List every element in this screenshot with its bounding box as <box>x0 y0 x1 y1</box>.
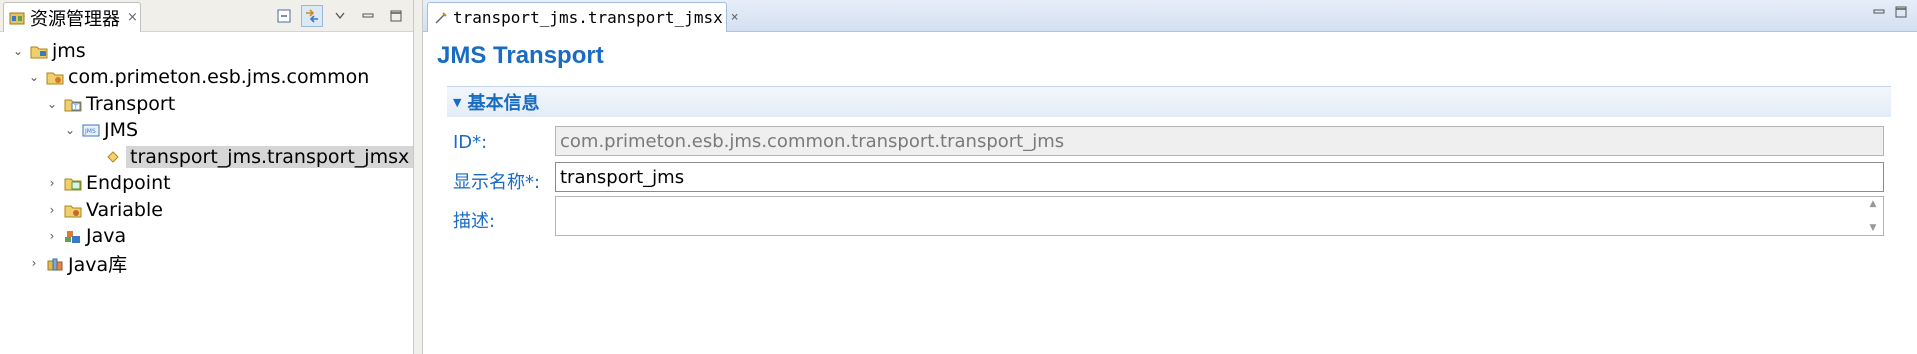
explorer-view-icon <box>8 10 26 26</box>
maximize-icon[interactable] <box>1895 6 1907 21</box>
jms-icon: JMS <box>82 122 100 138</box>
transport-file-icon <box>434 10 448 26</box>
id-field: com.primeton.esb.jms.common.transport.tr… <box>555 126 1884 156</box>
svg-text:JMS: JMS <box>84 128 96 135</box>
description-field[interactable]: ▲ ▼ <box>555 196 1884 236</box>
endpoint-folder-icon <box>64 175 82 191</box>
close-icon[interactable]: × <box>127 10 138 25</box>
minimize-icon[interactable] <box>1873 6 1885 21</box>
transport-folder-icon: T <box>64 96 82 112</box>
variable-folder-icon <box>64 202 82 218</box>
transport-file-icon <box>104 149 122 165</box>
tree-item-label: jms <box>52 40 86 62</box>
explorer-toolbar <box>273 5 407 27</box>
maximize-icon[interactable] <box>385 5 407 27</box>
tree-item-label: transport_jms.transport_jmsx <box>126 146 414 168</box>
minimize-icon[interactable] <box>357 5 379 27</box>
editor-tab-bar: transport_jms.transport_jmsx × <box>423 0 1917 32</box>
tree-item-transport-file[interactable]: transport_jms.transport_jmsx <box>104 144 414 170</box>
chevron-down-icon[interactable]: ⌄ <box>62 123 78 137</box>
section-basic-info[interactable]: ▼ 基本信息 <box>447 86 1891 117</box>
explorer-tab-label: 资源管理器 <box>30 8 120 30</box>
chevron-right-icon[interactable]: › <box>44 203 60 217</box>
tree-item-label: Variable <box>86 199 163 221</box>
tree-item-variable[interactable]: › Variable <box>44 197 163 223</box>
chevron-right-icon[interactable]: › <box>26 256 42 270</box>
tree-item-java-library[interactable]: › Java库 <box>26 250 128 276</box>
editor-tab[interactable]: transport_jms.transport_jmsx × <box>427 2 739 32</box>
chevron-down-icon[interactable]: ⌄ <box>26 70 42 84</box>
editor-window-controls <box>1873 6 1907 21</box>
chevron-down-icon[interactable]: ⌄ <box>44 97 60 111</box>
tree-item-jms[interactable]: ⌄ jms <box>10 38 86 64</box>
link-with-editor-icon[interactable] <box>301 5 323 27</box>
svg-text:T: T <box>73 104 78 111</box>
tree-item-jms-folder[interactable]: ⌄ JMS JMS <box>62 117 138 143</box>
tree-item-endpoint[interactable]: › Endpoint <box>44 170 171 196</box>
chevron-right-icon[interactable]: › <box>44 176 60 190</box>
java-folder-icon <box>64 228 82 244</box>
explorer-tab[interactable]: 资源管理器 × <box>3 2 141 32</box>
view-menu-icon[interactable] <box>329 5 351 27</box>
form-title: JMS Transport <box>437 42 604 69</box>
tree-item-label: Java <box>86 225 127 247</box>
display-name-value: transport_jms <box>560 166 685 188</box>
editor-tab-label: transport_jms.transport_jmsx <box>453 8 723 27</box>
explorer-tab-bar: 资源管理器 × <box>0 0 413 32</box>
java-library-icon <box>46 255 64 271</box>
collapse-all-icon[interactable] <box>273 5 295 27</box>
explorer-tree: ⌄ jms ⌄ com.primeton.esb.jms.common ⌄ T … <box>0 34 414 354</box>
display-name-label: 显示名称*: <box>453 172 541 193</box>
tree-item-label: JMS <box>104 119 139 141</box>
tree-item-java[interactable]: › Java <box>44 223 127 249</box>
tree-item-transport[interactable]: ⌄ T Transport <box>44 91 175 117</box>
scroll-down-icon[interactable]: ▼ <box>1870 223 1877 233</box>
description-scrollbar[interactable]: ▲ ▼ <box>1865 199 1881 233</box>
close-icon[interactable]: × <box>731 10 739 25</box>
transport-editor: transport_jms.transport_jmsx × JMS Trans… <box>422 0 1917 354</box>
id-value: com.primeton.esb.jms.common.transport.tr… <box>560 130 1065 152</box>
tree-item-label: Transport <box>86 93 176 115</box>
chevron-down-icon[interactable]: ⌄ <box>10 44 26 58</box>
project-folder-icon <box>30 43 48 59</box>
display-name-field[interactable]: transport_jms <box>555 162 1884 192</box>
resource-explorer-view: 资源管理器 × ⌄ jms ⌄ com.primeton.esb.jms.com… <box>0 0 414 354</box>
section-title: 基本信息 <box>467 93 540 114</box>
description-label: 描述: <box>453 211 496 232</box>
chevron-right-icon[interactable]: › <box>44 229 60 243</box>
package-icon <box>46 69 64 85</box>
tree-item-label: Java库 <box>68 253 128 276</box>
scroll-up-icon[interactable]: ▲ <box>1870 199 1877 209</box>
tree-item-label: com.primeton.esb.jms.common <box>68 66 370 88</box>
tree-item-label: Endpoint <box>86 172 171 194</box>
chevron-down-icon[interactable]: ▼ <box>453 96 461 109</box>
id-label: ID*: <box>453 132 488 153</box>
tree-item-package[interactable]: ⌄ com.primeton.esb.jms.common <box>26 64 369 90</box>
